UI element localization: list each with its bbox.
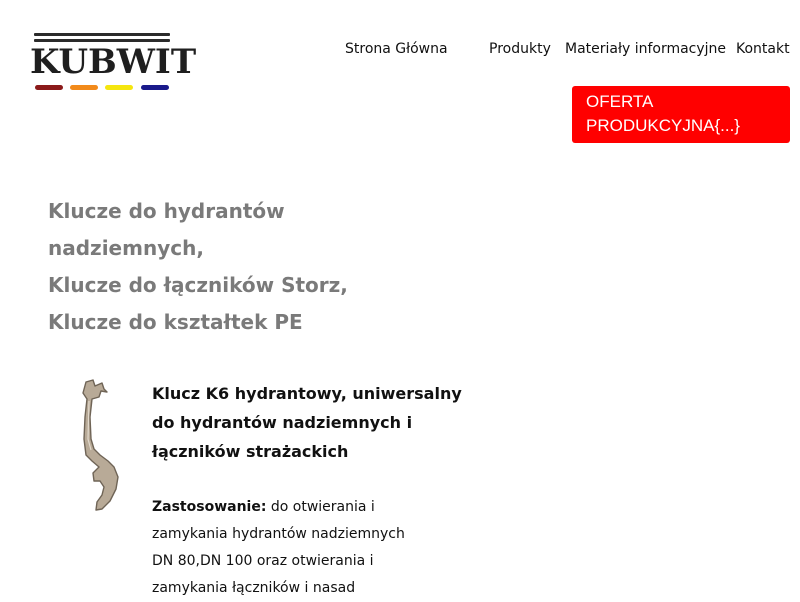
heading-line: Klucze do łączników Storz, xyxy=(48,273,348,297)
heading-line: Klucze do hydrantów xyxy=(48,199,285,223)
nav-link-contact[interactable]: Kontakt xyxy=(736,41,790,57)
kubwit-logo[interactable]: KUBWIT xyxy=(30,30,197,92)
logo-dash-navy xyxy=(141,85,169,90)
product-title-line: do hydrantów nadziemnych i xyxy=(152,413,413,432)
product-title: Klucz K6 hydrantowy, uniwersalny do hydr… xyxy=(152,379,462,466)
logo-dash-yellow xyxy=(105,85,133,90)
logo-dash-orange xyxy=(70,85,98,90)
description-line: DN 80,DN 100 oraz otwierania i xyxy=(152,553,374,569)
description-line: Zastosowanie: do otwierania i xyxy=(152,494,412,521)
hydrant-key-shape xyxy=(82,379,119,511)
product-offer-line2: PRODUKCYJNA{...} xyxy=(586,116,740,135)
hydrant-key-image[interactable] xyxy=(80,377,130,517)
description-text: do otwierania i xyxy=(266,499,375,515)
product-description: Zastosowanie: do otwierania i zamykania … xyxy=(152,494,412,602)
nav-link-products[interactable]: Produkty xyxy=(489,41,551,57)
product-offer-line1: OFERTA xyxy=(586,92,654,111)
logo-dash-red xyxy=(35,85,63,90)
nav-link-home[interactable]: Strona Główna xyxy=(345,41,448,57)
nav-link-information[interactable]: Materiały informacyjne xyxy=(565,41,726,57)
product-title-line: Klucz K6 hydrantowy, uniwersalny xyxy=(152,384,462,403)
page-heading: Klucze do hydrantów nadziemnych, Klucze … xyxy=(48,193,378,341)
logo-top-bar xyxy=(34,33,170,36)
product-title-line: łączników strażackich xyxy=(152,442,349,461)
usage-label: Zastosowanie: xyxy=(152,499,267,515)
product-offer-button[interactable]: OFERTA PRODUKCYJNA{...} xyxy=(572,86,790,143)
description-line: zamykania łączników i nasad xyxy=(152,580,356,596)
logo-wordmark: KUBWIT xyxy=(30,42,197,82)
description-line: zamykania hydrantów nadziemnych xyxy=(152,526,405,542)
heading-line: Klucze do kształtek PE xyxy=(48,310,303,334)
heading-line: nadziemnych, xyxy=(48,236,204,260)
